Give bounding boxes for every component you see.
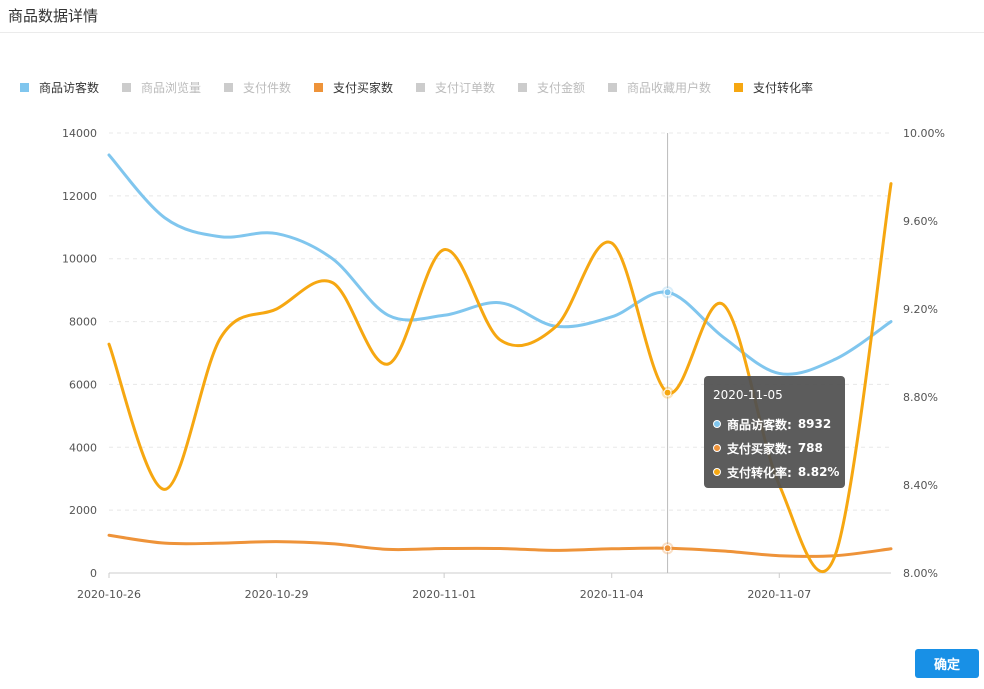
- y-left-tick-label: 4000: [69, 441, 97, 454]
- y-right-tick-label: 8.00%: [903, 567, 938, 580]
- y-right-tick-label: 8.40%: [903, 479, 938, 492]
- chart-tooltip: 2020-11-05 商品访客数: 8932 支付买家数: 788 支付转化率:…: [704, 376, 845, 488]
- y-left-tick-label: 10000: [62, 253, 97, 266]
- legend-item: 支付转化率: [753, 80, 813, 95]
- x-tick-label: 2020-10-26: [77, 588, 141, 601]
- x-tick-label: 2020-11-07: [747, 588, 811, 601]
- tooltip-row-value: 8.82%: [797, 465, 840, 479]
- y-left-tick-label: 2000: [69, 504, 97, 517]
- legend-item: 支付买家数: [333, 80, 393, 95]
- legend-swatch: [122, 83, 131, 92]
- tooltip-row-label: 支付转化率:: [727, 465, 792, 480]
- tooltip-date: 2020-11-05: [713, 388, 783, 402]
- legend-item: 商品收藏用户数: [627, 80, 711, 95]
- legend-item: 商品浏览量: [141, 80, 201, 95]
- legend-swatch: [416, 83, 425, 92]
- y-right-tick-label: 8.80%: [903, 391, 938, 404]
- y-left-tick-label: 8000: [69, 316, 97, 329]
- y-right-tick-label: 9.60%: [903, 215, 938, 228]
- y-right-tick-label: 10.00%: [903, 127, 945, 140]
- legend-item: 支付订单数: [435, 80, 495, 95]
- legend-swatch: [734, 83, 743, 92]
- legend-swatch: [518, 83, 527, 92]
- tooltip-row: 商品访客数: 8932: [713, 412, 845, 436]
- legend-swatch: [314, 83, 323, 92]
- tooltip-row: 支付转化率: 8.82%: [713, 460, 845, 484]
- legend-swatch: [224, 83, 233, 92]
- tooltip-dot-icon: [713, 444, 721, 452]
- confirm-button[interactable]: 确定: [915, 649, 979, 678]
- tooltip-row-label: 商品访客数:: [727, 417, 792, 432]
- y-left-tick-label: 0: [90, 567, 97, 580]
- x-tick-label: 2020-10-29: [245, 588, 309, 601]
- line-chart: 商品访客数 商品浏览量 支付件数 支付买家数 支付订单数 支付金额 商品收藏用户数 支付转化率…: [20, 80, 945, 601]
- tooltip-row-value: 788: [797, 441, 823, 455]
- x-tick-label: 2020-11-04: [580, 588, 644, 601]
- tooltip-row: 支付买家数: 788: [713, 436, 845, 460]
- series-line: [107, 533, 893, 558]
- tooltip-row-label: 支付买家数:: [727, 441, 792, 456]
- legend-item: 商品访客数: [39, 80, 99, 95]
- y-left-tick-label: 12000: [62, 190, 97, 203]
- highlight-point: [663, 544, 672, 553]
- y-left-tick-label: 14000: [62, 127, 97, 140]
- y-right-tick-label: 9.20%: [903, 303, 938, 316]
- legend-item: 支付金额: [537, 80, 585, 95]
- highlight-point: [663, 388, 672, 397]
- legend-item: 支付件数: [243, 80, 291, 95]
- tooltip-row-value: 8932: [797, 417, 832, 431]
- highlight-point: [663, 288, 672, 297]
- x-tick-label: 2020-11-01: [412, 588, 476, 601]
- legend-swatch: [20, 83, 29, 92]
- legend-swatch: [608, 83, 617, 92]
- tooltip-dot-icon: [713, 420, 721, 428]
- y-left-tick-label: 6000: [69, 378, 97, 391]
- tooltip-dot-icon: [713, 468, 721, 476]
